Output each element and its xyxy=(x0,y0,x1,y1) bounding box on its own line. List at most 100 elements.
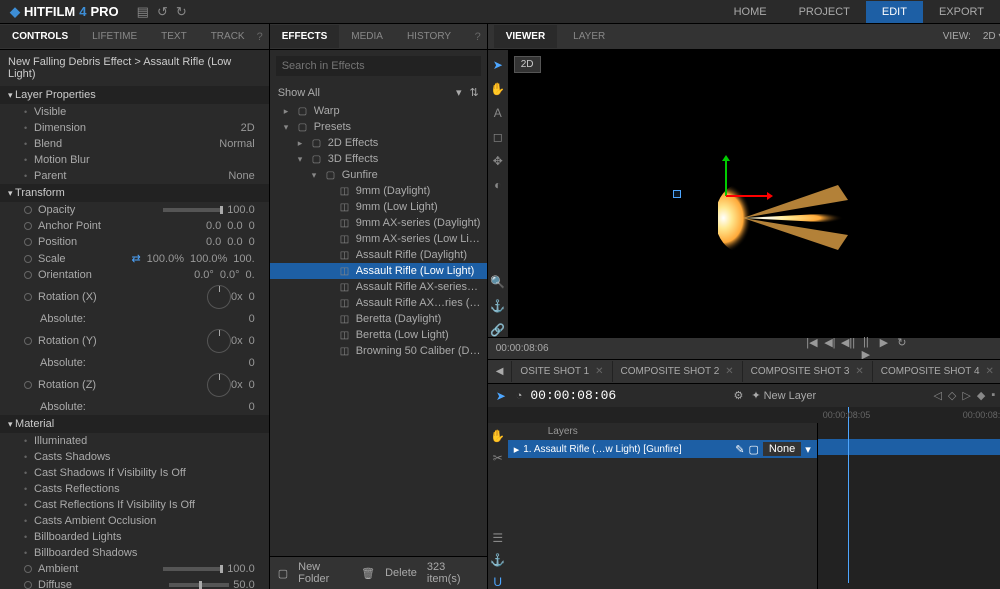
nav-project[interactable]: PROJECT xyxy=(783,1,866,23)
transport-start[interactable]: 00:00:08:06 xyxy=(496,343,549,354)
preset-item[interactable]: ◫Beretta (Daylight) xyxy=(270,311,487,327)
play[interactable]: ▶ xyxy=(877,336,891,361)
comp-tab[interactable]: COMPOSITE SHOT 3✕ xyxy=(743,361,873,382)
prop-casts-shadows[interactable]: Casts Shadows xyxy=(34,451,261,463)
new-folder-button[interactable]: New Folder xyxy=(298,561,351,585)
tab-lifetime[interactable]: LIFETIME xyxy=(80,25,149,48)
prop-blend-value[interactable]: Normal xyxy=(219,138,260,150)
remove-keyframe[interactable]: ▪ xyxy=(991,389,995,402)
viewer-2d-tag[interactable]: 2D xyxy=(514,56,541,73)
sort-icon[interactable]: ⇅ xyxy=(470,86,479,99)
section-layer-properties[interactable]: Layer Properties xyxy=(0,86,269,104)
magnet-tool[interactable]: U xyxy=(491,575,505,589)
rotation-dial[interactable] xyxy=(207,329,231,353)
preset-item[interactable]: ◫Assault Rifle AX-series (Daylight) xyxy=(270,279,487,295)
orbit-tool[interactable]: ◐ xyxy=(491,178,505,192)
playhead[interactable] xyxy=(848,423,849,583)
prop-parent-value[interactable]: None xyxy=(228,170,260,182)
search-input[interactable] xyxy=(276,56,481,76)
pause[interactable]: ||▶ xyxy=(859,336,873,361)
nav-export[interactable]: EXPORT xyxy=(923,1,1000,23)
keyframe-toggle[interactable] xyxy=(24,255,32,263)
preset-item[interactable]: ◫Assault Rifle (Daylight) xyxy=(270,247,487,263)
opacity-slider[interactable] xyxy=(163,208,223,212)
prop-bill-lights[interactable]: Billboarded Lights xyxy=(34,531,261,543)
prop-visible[interactable]: Visible xyxy=(34,106,261,118)
text-tool[interactable]: A xyxy=(491,106,505,120)
preset-item[interactable]: ◫Assault Rifle AX…ries (Low Light) xyxy=(270,295,487,311)
filter-show-all[interactable]: Show All xyxy=(278,87,456,99)
preset-item[interactable]: ◫Beretta (Low Light) xyxy=(270,327,487,343)
add-keyframe[interactable]: ◆ xyxy=(977,389,985,402)
gizmo-x-axis[interactable] xyxy=(726,195,768,197)
keyframe-toggle[interactable] xyxy=(24,293,32,301)
close-icon[interactable]: ✕ xyxy=(855,366,863,377)
new-layer-button[interactable]: ✦ New Layer xyxy=(751,389,816,402)
settings-icon[interactable]: ⚙ xyxy=(733,389,743,402)
delete-button[interactable]: Delete xyxy=(385,567,417,579)
tree-folder-presets[interactable]: ▾▢Presets xyxy=(270,119,487,135)
prop-illuminated[interactable]: Illuminated xyxy=(34,435,261,447)
tree-folder-3d[interactable]: ▾▢3D Effects xyxy=(270,151,487,167)
timeline-layer[interactable]: ▸ 1. Assault Rifle (…w Light) [Gunfire] … xyxy=(508,440,817,458)
rotation-dial[interactable] xyxy=(207,373,231,397)
rotation-dial[interactable] xyxy=(207,285,231,309)
comp-tab[interactable]: COMPOSITE SHOT 2✕ xyxy=(613,361,743,382)
gizmo-y-axis[interactable] xyxy=(725,160,727,196)
chevron-right-icon[interactable]: ▸ xyxy=(514,443,520,456)
keyframe-toggle[interactable] xyxy=(24,222,32,230)
nav-home[interactable]: HOME xyxy=(718,1,783,23)
comp-tab[interactable]: OSITE SHOT 1✕ xyxy=(512,361,612,382)
select-tool[interactable]: ➤ xyxy=(491,58,505,72)
prop-bill-shadows[interactable]: Billboarded Shadows xyxy=(34,547,261,559)
keyframe-toggle[interactable] xyxy=(24,381,32,389)
keyframe-toggle[interactable] xyxy=(24,581,32,589)
keyframe-toggle[interactable] xyxy=(24,238,32,246)
tab-nav-left[interactable]: ◀ xyxy=(488,361,513,382)
tab-controls[interactable]: CONTROLS xyxy=(0,25,80,48)
snap-tool[interactable]: ⚓ xyxy=(491,299,505,313)
select-tool[interactable]: ➤ xyxy=(494,389,508,403)
opacity-value[interactable]: 100.0 xyxy=(227,204,261,216)
timeline-timecode[interactable]: 00:00:08:06 xyxy=(530,388,616,403)
tab-text[interactable]: TEXT xyxy=(149,25,199,48)
preset-item[interactable]: ◫Browning 50 Caliber (Daylight) xyxy=(270,343,487,359)
tab-layer[interactable]: LAYER xyxy=(561,25,617,48)
zoom-tool[interactable]: 🔍 xyxy=(491,275,505,289)
redo-icon[interactable]: ↻ xyxy=(176,4,187,20)
view-mode[interactable]: 2D ▾ xyxy=(979,29,1000,44)
undo-icon[interactable]: ↺ xyxy=(157,4,168,20)
hand-tool[interactable]: ✋ xyxy=(491,429,505,443)
layer-bar[interactable] xyxy=(818,439,1000,455)
gizmo-handle[interactable] xyxy=(673,190,681,198)
blend-mode[interactable]: None xyxy=(763,442,801,456)
prop-casts-ao[interactable]: Casts Ambient Occlusion xyxy=(34,515,261,527)
mask-tool[interactable]: ◻ xyxy=(491,130,505,144)
close-icon[interactable]: ✕ xyxy=(986,366,994,377)
play-back[interactable]: ◀|| xyxy=(841,336,855,361)
comp-tab[interactable]: COMPOSITE SHOT 4✕ xyxy=(873,361,1000,382)
help-icon[interactable]: ? xyxy=(257,31,263,43)
keyframe-toggle[interactable] xyxy=(24,206,32,214)
preset-item[interactable]: ◫9mm (Low Light) xyxy=(270,199,487,215)
prop-cast-shadows-vis[interactable]: Cast Shadows If Visibility Is Off xyxy=(34,467,261,479)
keyframe-toggle[interactable] xyxy=(24,337,32,345)
keyframe-toggle[interactable] xyxy=(24,271,32,279)
hand-tool[interactable]: ✋ xyxy=(491,82,505,96)
tab-viewer[interactable]: VIEWER xyxy=(494,25,557,48)
help-icon[interactable]: ? xyxy=(475,31,481,43)
tab-media[interactable]: MEDIA xyxy=(339,25,395,48)
nav-next[interactable]: ▷ xyxy=(962,389,970,402)
preset-item[interactable]: ◫9mm AX-series (Daylight) xyxy=(270,215,487,231)
close-icon[interactable]: ✕ xyxy=(595,366,603,377)
nav-keyframe[interactable]: ◇ xyxy=(948,389,956,402)
preset-item[interactable]: ◫9mm (Daylight) xyxy=(270,183,487,199)
tree-folder-warp[interactable]: ▸▢Warp xyxy=(270,103,487,119)
nav-prev[interactable]: ◁ xyxy=(933,389,941,402)
edit-icon[interactable]: ✎ xyxy=(735,443,744,456)
nav-edit[interactable]: EDIT xyxy=(866,1,923,23)
link-icon[interactable]: ⇄ xyxy=(131,252,140,265)
move-tool[interactable]: ✥ xyxy=(491,154,505,168)
section-material[interactable]: Material xyxy=(0,415,269,433)
preset-item[interactable]: ◫9mm AX-series (Low Light) xyxy=(270,231,487,247)
